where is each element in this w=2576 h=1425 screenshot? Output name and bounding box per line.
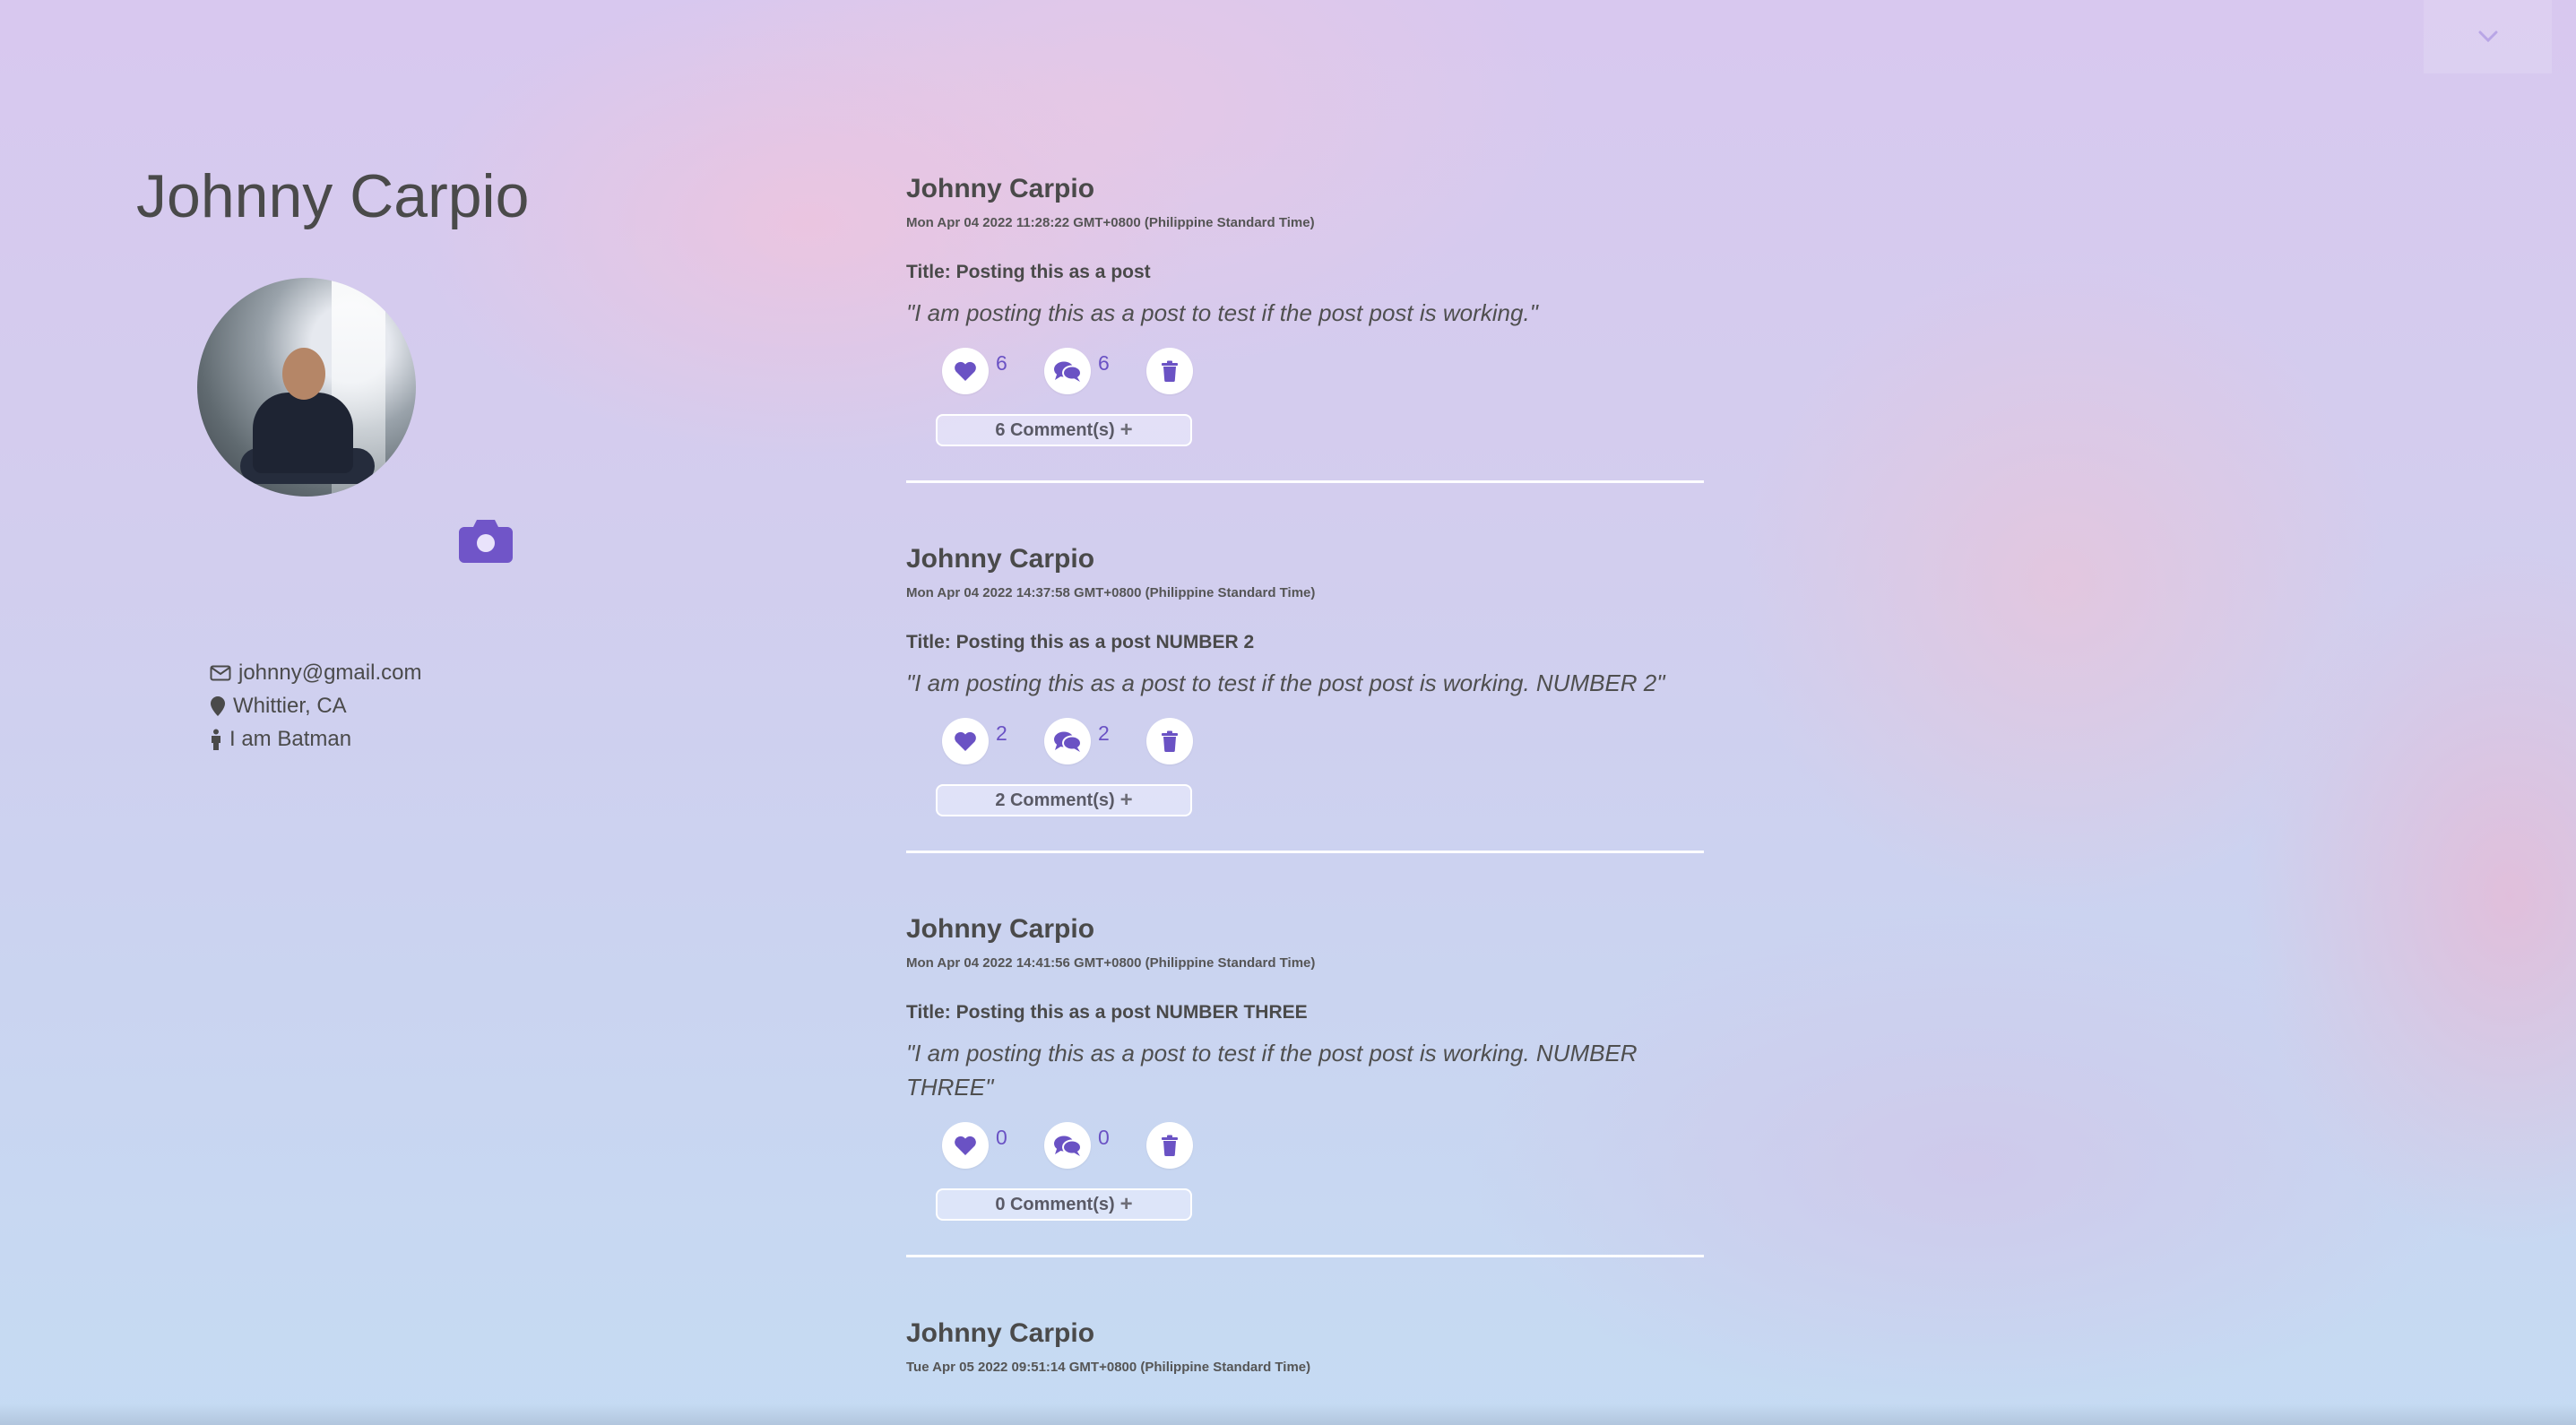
post-actions: 6 6: [906, 348, 1704, 412]
post-divider: [906, 1255, 1704, 1257]
location-row: Whittier, CA: [210, 689, 421, 722]
like-count: 6: [996, 351, 1007, 375]
comment-count: 2: [1098, 721, 1110, 745]
post-feed: Johnny Carpio Mon Apr 04 2022 11:28:22 G…: [906, 170, 1704, 1378]
post-date: Tue Apr 05 2022 09:51:14 GMT+0800 (Phili…: [906, 1360, 1311, 1375]
comment-count: 0: [1098, 1126, 1110, 1149]
post-body: "I am posting this as a post to test if …: [906, 1040, 1638, 1101]
map-pin-icon: [211, 695, 225, 716]
dropdown-toggle[interactable]: [2424, 0, 2552, 73]
toggle-comments-button[interactable]: 6 Comment(s) +: [936, 414, 1192, 446]
like-action: 2: [942, 718, 1007, 764]
envelope-icon: [210, 665, 231, 680]
post-card: Johnny Carpio Mon Apr 04 2022 11:28:22 G…: [906, 170, 1704, 483]
post-divider: [906, 851, 1704, 853]
like-button[interactable]: [942, 718, 989, 764]
post-card: Johnny Carpio Mon Apr 04 2022 14:37:58 G…: [906, 540, 1704, 853]
profile-name: Johnny Carpio: [136, 162, 530, 230]
comments-icon: [1054, 1136, 1082, 1156]
like-action: 6: [942, 348, 1007, 394]
like-button[interactable]: [942, 348, 989, 394]
post-author: Johnny Carpio: [906, 914, 1095, 944]
like-count: 0: [996, 1126, 1007, 1149]
like-count: 2: [996, 721, 1007, 745]
avatar: [197, 278, 416, 497]
like-button[interactable]: [942, 1122, 989, 1169]
post-title: Title: Posting this as a post NUMBER 2: [906, 632, 1255, 652]
plus-icon: +: [1119, 1192, 1133, 1216]
comments-button-label: 2 Comment(s): [995, 790, 1115, 810]
delete-action: [1146, 718, 1193, 764]
toggle-comments-button[interactable]: 0 Comment(s) +: [936, 1188, 1192, 1221]
comment-button[interactable]: [1044, 1122, 1091, 1169]
change-photo-button[interactable]: [457, 514, 514, 565]
comment-button[interactable]: [1044, 348, 1091, 394]
person-icon: [212, 729, 220, 750]
post-date: Mon Apr 04 2022 14:41:56 GMT+0800 (Phili…: [906, 955, 1316, 971]
post-date: Mon Apr 04 2022 14:37:58 GMT+0800 (Phili…: [906, 585, 1316, 600]
delete-button[interactable]: [1146, 718, 1193, 764]
plus-icon: +: [1119, 788, 1133, 812]
comment-count: 6: [1098, 351, 1110, 375]
location-text: Whittier, CA: [233, 694, 347, 718]
delete-action: [1146, 348, 1193, 394]
post-author: Johnny Carpio: [906, 174, 1095, 203]
email-text: johnny@gmail.com: [238, 661, 422, 685]
bottom-edge-shadow: [0, 1403, 2576, 1425]
chevron-down-icon: [2478, 30, 2497, 43]
contact-info: johnny@gmail.com Whittier, CA I am Batma…: [210, 656, 421, 756]
post-card: Johnny Carpio Tue Apr 05 2022 09:51:14 G…: [906, 1315, 1704, 1378]
comments-button-label: 6 Comment(s): [995, 419, 1115, 440]
trash-icon: [1162, 360, 1178, 382]
post-divider: [906, 480, 1704, 483]
post-actions: 2 2: [906, 718, 1704, 782]
heart-icon: [955, 361, 976, 381]
post-title: Title: Posting this as a post: [906, 262, 1151, 282]
toggle-comments-button[interactable]: 2 Comment(s) +: [936, 784, 1192, 816]
post-date: Mon Apr 04 2022 11:28:22 GMT+0800 (Phili…: [906, 215, 1315, 230]
camera-icon: [459, 520, 513, 563]
post-author: Johnny Carpio: [906, 1318, 1095, 1348]
bio-text: I am Batman: [229, 727, 352, 751]
comments-button-label: 0 Comment(s): [995, 1194, 1115, 1214]
bio-row: I am Batman: [210, 722, 421, 756]
trash-icon: [1162, 1135, 1178, 1156]
comment-action: 6: [1044, 348, 1110, 394]
trash-icon: [1162, 730, 1178, 752]
comment-button[interactable]: [1044, 718, 1091, 764]
delete-button[interactable]: [1146, 1122, 1193, 1169]
post-body: "I am posting this as a post to test if …: [906, 669, 1665, 696]
heart-icon: [955, 731, 976, 751]
plus-icon: +: [1119, 418, 1133, 442]
like-action: 0: [942, 1122, 1007, 1169]
delete-button[interactable]: [1146, 348, 1193, 394]
post-card: Johnny Carpio Mon Apr 04 2022 14:41:56 G…: [906, 911, 1704, 1257]
comments-icon: [1054, 731, 1082, 752]
comments-icon: [1054, 361, 1082, 382]
heart-icon: [955, 1136, 976, 1155]
post-title: Title: Posting this as a post NUMBER THR…: [906, 1002, 1308, 1023]
comment-action: 2: [1044, 718, 1110, 764]
delete-action: [1146, 1122, 1193, 1169]
comment-action: 0: [1044, 1122, 1110, 1169]
post-body: "I am posting this as a post to test if …: [906, 299, 1538, 326]
post-author: Johnny Carpio: [906, 544, 1095, 574]
post-actions: 0 0: [906, 1122, 1704, 1187]
email-row: johnny@gmail.com: [210, 656, 421, 689]
